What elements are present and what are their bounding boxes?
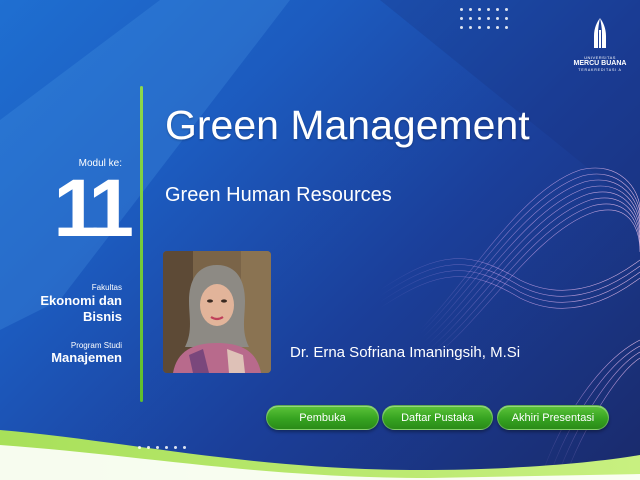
decor-dots-top [460, 8, 508, 29]
daftar-pustaka-button[interactable]: Daftar Pustaka [382, 405, 493, 430]
university-emblem-icon [594, 18, 606, 48]
logo-tagline: TERAKREDITASI A [578, 68, 622, 72]
faculty-value: Ekonomi dan Bisnis [10, 293, 122, 325]
vertical-divider [140, 86, 143, 402]
program-label: Program Studi [70, 341, 122, 350]
pembuka-button[interactable]: Pembuka [266, 405, 379, 430]
page-subtitle: Green Human Resources [165, 184, 392, 206]
author-name: Dr. Erna Sofriana Imaningsih, M.Si [290, 344, 521, 361]
faculty-value-line2: Bisnis [82, 309, 122, 324]
module-number: 11 [53, 163, 134, 254]
faculty-value-line1: Ekonomi dan [40, 293, 122, 308]
logo-name: MERCU BUANA [573, 60, 627, 67]
decor-dots-bottom [138, 446, 186, 449]
program-value: Manajemen [51, 350, 122, 365]
slide-title-page: UNIVERSITAS MERCU BUANA TERAKREDITASI A … [0, 0, 640, 480]
akhiri-presentasi-button[interactable]: Akhiri Presentasi [497, 405, 609, 430]
page-title: Green Management [165, 102, 530, 148]
faculty-label: Fakultas [91, 283, 122, 292]
university-logo: UNIVERSITAS MERCU BUANA TERAKREDITASI A [566, 18, 634, 73]
author-photo [163, 251, 271, 373]
author-portrait-image [163, 251, 271, 373]
